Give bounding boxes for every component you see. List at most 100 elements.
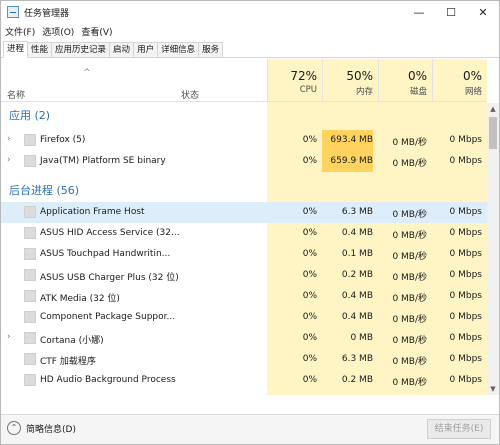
- memory-value: 0.4 MB: [341, 228, 373, 238]
- table-row[interactable]: Component Package Suppor... 0% 0.4 MB 0 …: [1, 307, 487, 328]
- network-value: 0 Mbps: [449, 354, 482, 364]
- table-row[interactable]: HD Audio Background Process 0% 0.2 MB 0 …: [1, 370, 487, 391]
- network-value: 0 Mbps: [449, 228, 482, 238]
- disk-value: 0 MB/秒: [392, 252, 427, 262]
- tab-processes[interactable]: 进程: [3, 41, 29, 58]
- end-task-button[interactable]: 结束任务(E): [427, 419, 491, 439]
- process-icon: [24, 374, 36, 386]
- process-name: CTF 加载程序: [40, 357, 96, 367]
- expand-chevron-icon[interactable]: ›: [7, 332, 11, 342]
- process-name: ASUS Touchpad Handwritin...: [40, 249, 171, 259]
- table-row[interactable]: › Firefox (5) 0% 693.4 MB 0 MB/秒 0 Mbps: [1, 130, 487, 151]
- network-total: 0%: [462, 69, 482, 83]
- cpu-value: 0%: [302, 312, 317, 322]
- column-memory[interactable]: 50% 内存: [322, 59, 378, 102]
- disk-value: 0 MB/秒: [392, 315, 427, 325]
- table-row[interactable]: › Cortana (小娜) 0% 0 MB 0 MB/秒 0 Mbps: [1, 328, 487, 349]
- scrollbar-thumb[interactable]: [489, 117, 497, 149]
- java-icon: [24, 155, 36, 167]
- menu-file[interactable]: 文件(F): [1, 25, 38, 38]
- cpu-value: 0%: [302, 333, 317, 343]
- task-manager-icon: [7, 6, 19, 18]
- memory-value: 0.4 MB: [341, 291, 373, 301]
- memory-value: 0.2 MB: [341, 375, 373, 385]
- cpu-value: 0%: [302, 354, 317, 364]
- process-name: ASUS USB Charger Plus (32 位): [40, 273, 179, 283]
- network-value: 0 Mbps: [449, 135, 482, 145]
- memory-value: 6.3 MB: [341, 354, 373, 364]
- process-name: Cortana (小娜): [40, 336, 104, 346]
- tab-performance[interactable]: 性能: [27, 42, 53, 57]
- cpu-value: 0%: [302, 291, 317, 301]
- expand-chevron-icon[interactable]: ›: [7, 134, 11, 144]
- network-value: 0 Mbps: [449, 375, 482, 385]
- memory-value: 6.3 MB: [341, 207, 373, 217]
- group-background-label: 后台进程 (56): [9, 184, 80, 197]
- process-name: ASUS HID Access Service (32...: [40, 228, 180, 238]
- memory-label: 内存: [355, 87, 373, 97]
- table-row[interactable]: ASUS USB Charger Plus (32 位) 0% 0.2 MB 0…: [1, 265, 487, 286]
- column-network[interactable]: 0% 网络: [432, 59, 487, 102]
- group-background[interactable]: 后台进程 (56): [1, 178, 487, 199]
- disk-value: 0 MB/秒: [392, 336, 427, 346]
- table-row[interactable]: ASUS Touchpad Handwritin... 0% 0.1 MB 0 …: [1, 244, 487, 265]
- process-name: Java(TM) Platform SE binary: [40, 156, 166, 166]
- memory-value: 0.1 MB: [341, 249, 373, 259]
- minimize-button[interactable]: —: [403, 1, 435, 23]
- disk-total: 0%: [407, 69, 427, 83]
- cpu-value: 0%: [302, 156, 317, 166]
- column-name[interactable]: 名称: [7, 88, 25, 101]
- menu-options[interactable]: 选项(O): [38, 25, 77, 38]
- tab-details[interactable]: 详细信息: [157, 42, 200, 57]
- cpu-total: 72%: [290, 69, 317, 83]
- scroll-down-icon[interactable]: ▼: [487, 383, 499, 395]
- firefox-icon: [24, 134, 36, 146]
- footer-bar: ⌃ 简略信息(D) 结束任务(E): [1, 414, 499, 444]
- table-row[interactable]: › Java(TM) Platform SE binary 0% 659.9 M…: [1, 151, 487, 172]
- table-row[interactable]: Application Frame Host 0% 6.3 MB 0 MB/秒 …: [1, 202, 487, 223]
- memory-total: 50%: [346, 69, 373, 83]
- table-row[interactable]: CTF 加载程序 0% 6.3 MB 0 MB/秒 0 Mbps: [1, 349, 487, 370]
- fewer-details-link[interactable]: 简略信息(D): [26, 422, 76, 435]
- tab-users[interactable]: 用户: [133, 42, 159, 57]
- process-name: Component Package Suppor...: [40, 312, 176, 322]
- cpu-label: CPU: [299, 85, 317, 95]
- table-row[interactable]: ASUS HID Access Service (32... 0% 0.4 MB…: [1, 223, 487, 244]
- memory-value: 0 MB: [350, 333, 373, 343]
- tab-services[interactable]: 服务: [198, 42, 224, 57]
- maximize-button[interactable]: ☐: [435, 1, 467, 23]
- cpu-value: 0%: [302, 270, 317, 280]
- network-value: 0 Mbps: [449, 333, 482, 343]
- column-status[interactable]: 状态: [181, 88, 199, 101]
- tab-startup[interactable]: 启动: [109, 42, 135, 57]
- group-apps[interactable]: 应用 (2): [1, 103, 487, 124]
- close-button[interactable]: ✕: [467, 1, 499, 23]
- disk-label: 磁盘: [409, 87, 427, 97]
- scroll-up-icon[interactable]: ▲: [487, 103, 499, 115]
- disk-value: 0 MB/秒: [392, 378, 427, 388]
- cortana-icon: [24, 332, 36, 344]
- process-list: 应用 (2) › Firefox (5) 0% 693.4 MB 0 MB/秒 …: [1, 103, 487, 395]
- tab-app-history[interactable]: 应用历史记录: [51, 42, 111, 57]
- vertical-scrollbar[interactable]: ▲ ▼: [487, 103, 499, 395]
- process-icon: [24, 248, 36, 260]
- memory-value: 0.4 MB: [341, 312, 373, 322]
- process-icon: [24, 269, 36, 281]
- group-apps-label: 应用 (2): [9, 109, 51, 122]
- table-row[interactable]: ATK Media (32 位) 0% 0.4 MB 0 MB/秒 0 Mbps: [1, 286, 487, 307]
- menu-view[interactable]: 查看(V): [77, 25, 115, 38]
- network-value: 0 Mbps: [449, 270, 482, 280]
- disk-value: 0 MB/秒: [392, 138, 427, 148]
- disk-value: 0 MB/秒: [392, 357, 427, 367]
- disk-value: 0 MB/秒: [392, 273, 427, 283]
- network-value: 0 Mbps: [449, 291, 482, 301]
- process-name: HD Audio Background Process: [40, 375, 176, 385]
- network-value: 0 Mbps: [449, 156, 482, 166]
- process-name: ATK Media (32 位): [40, 294, 120, 304]
- column-disk[interactable]: 0% 磁盘: [378, 59, 432, 102]
- collapse-icon[interactable]: ⌃: [7, 421, 21, 435]
- expand-chevron-icon[interactable]: ›: [7, 155, 11, 165]
- process-icon: [24, 311, 36, 323]
- column-cpu[interactable]: 72% CPU: [267, 59, 322, 102]
- network-label: 网络: [464, 87, 482, 97]
